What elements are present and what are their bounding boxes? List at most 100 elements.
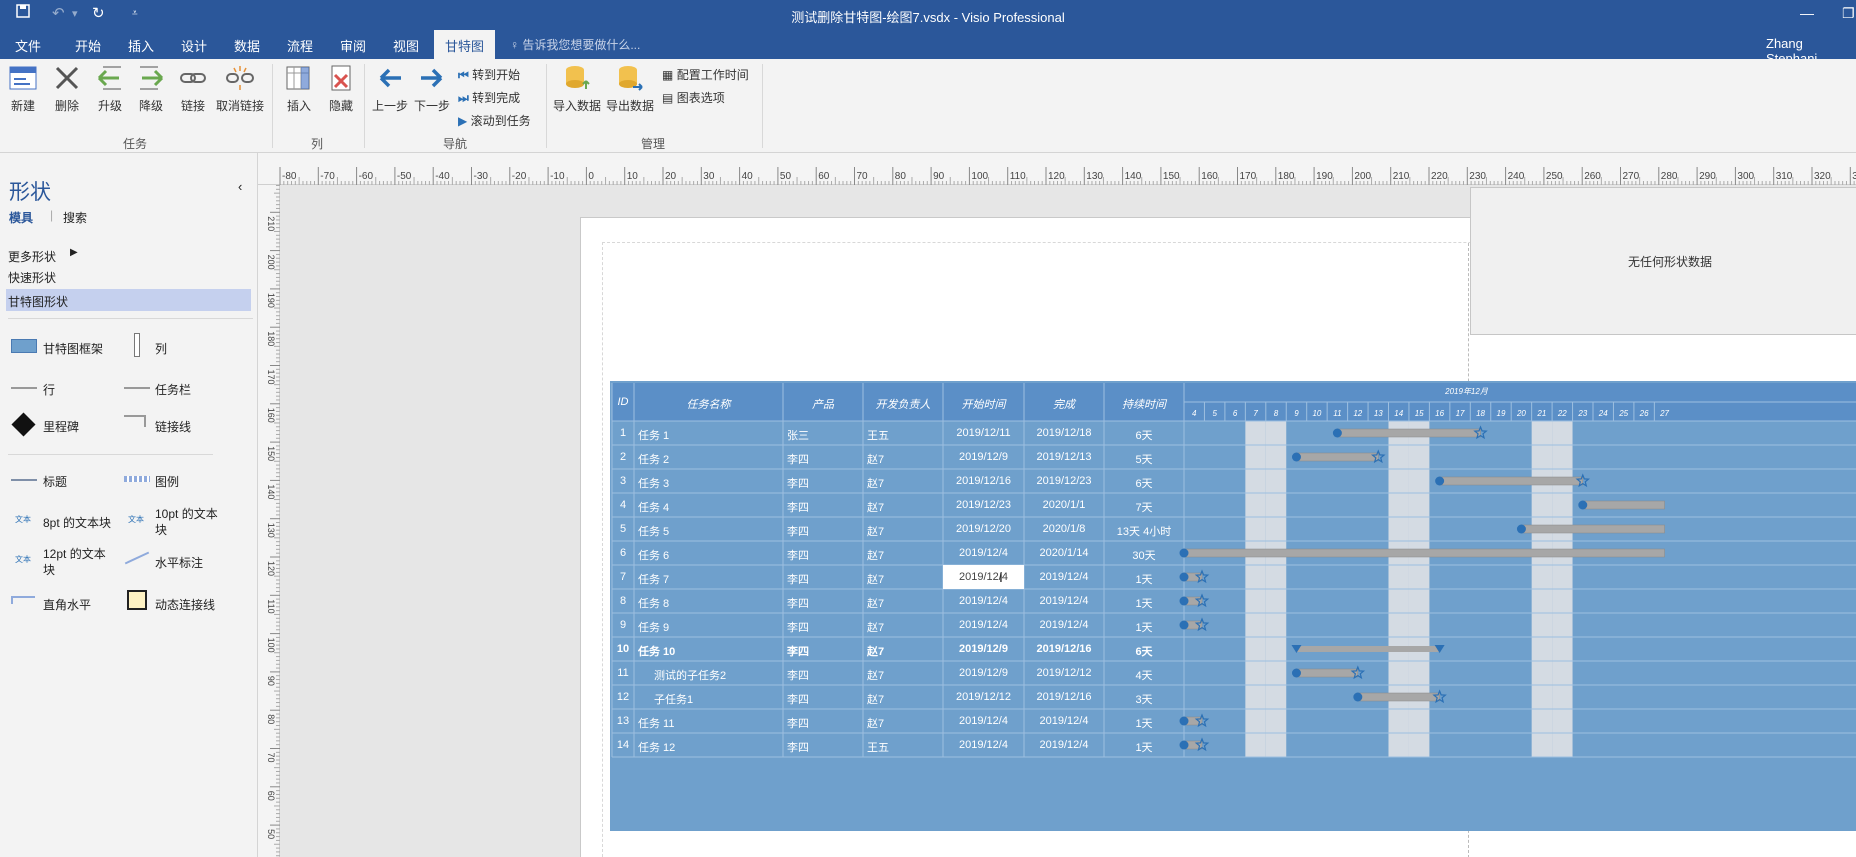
cell-finish[interactable]: 2019/12/4 (1024, 739, 1104, 751)
cell-product[interactable]: 李四 (787, 571, 863, 587)
cell-finish[interactable]: 2019/12/4 (1024, 715, 1104, 727)
cell-developer[interactable]: 赵7 (867, 595, 943, 611)
cell-start-time[interactable]: 2019/12/9 (943, 451, 1024, 463)
minimize-icon[interactable]: — (1800, 5, 1814, 21)
cell-id[interactable]: 13 (612, 715, 634, 727)
cell-duration[interactable]: 6天 (1104, 643, 1184, 659)
shape-horizontal-callout[interactable]: 水平标注 (155, 554, 203, 571)
header-id[interactable]: ID (612, 396, 634, 408)
cell-duration[interactable]: 13天 4小时 (1104, 523, 1184, 539)
shape-text-12pt[interactable]: 12pt 的文本块 (43, 546, 115, 578)
cell-task-name[interactable]: 任务 10 (638, 643, 783, 659)
cell-duration[interactable]: 1天 (1104, 715, 1184, 731)
cell-task-name[interactable]: 任务 4 (638, 499, 783, 515)
cell-start-time[interactable]: 2019/12/9 (943, 643, 1024, 655)
tab-design[interactable]: 设计 (181, 36, 207, 55)
cell-id[interactable]: 7 (612, 571, 634, 583)
cell-task-name[interactable]: 子任务1 (654, 691, 783, 707)
tab-home[interactable]: 开始 (75, 36, 101, 55)
cell-developer[interactable]: 赵7 (867, 715, 943, 731)
demote-button[interactable]: 降级 (136, 63, 166, 114)
cell-start-time[interactable]: 2019/12/4 (943, 595, 1024, 607)
quick-shapes[interactable]: 快速形状 (8, 269, 56, 286)
cell-product[interactable]: 李四 (787, 643, 863, 659)
cell-task-name[interactable]: 任务 8 (638, 595, 783, 611)
tab-file[interactable]: 文件 (15, 36, 41, 55)
tab-view[interactable]: 视图 (393, 36, 419, 55)
cell-duration[interactable]: 7天 (1104, 499, 1184, 515)
cell-id[interactable]: 10 (612, 643, 634, 655)
cell-id[interactable]: 12 (612, 691, 634, 703)
cell-start-time[interactable]: 2019/12/11 (943, 427, 1024, 439)
drawing-canvas[interactable]: 无任何形状数据 4 5 6 7 8 9 10 11 12 13 14 15 16 17 18 19 20 21 22… (280, 185, 1856, 857)
delete-task-button[interactable]: 删除 (52, 63, 82, 114)
cell-duration[interactable]: 1天 (1104, 739, 1184, 755)
cell-product[interactable]: 张三 (787, 427, 863, 443)
cell-task-name[interactable]: 任务 7 (638, 571, 783, 587)
export-data-button[interactable]: 导出数据 (606, 63, 654, 114)
cell-duration[interactable]: 1天 (1104, 595, 1184, 611)
cell-finish[interactable]: 2020/1/1 (1024, 499, 1104, 511)
header-duration[interactable]: 持续时间 (1104, 396, 1184, 412)
stencil-gantt-selected[interactable]: 甘特图形状 (6, 289, 251, 311)
cell-finish[interactable]: 2020/1/8 (1024, 523, 1104, 535)
cell-product[interactable]: 李四 (787, 547, 863, 563)
cell-developer[interactable]: 赵7 (867, 475, 943, 491)
cell-duration[interactable]: 5天 (1104, 451, 1184, 467)
cell-start-time[interactable]: 2019/12/12 (943, 691, 1024, 703)
shape-text-10pt[interactable]: 10pt 的文本块 (155, 506, 225, 538)
cell-developer[interactable]: 赵7 (867, 571, 943, 587)
cell-finish[interactable]: 2019/12/16 (1024, 691, 1104, 703)
cell-id[interactable]: 11 (612, 667, 634, 679)
cell-start-time[interactable]: 2019/12/9 (943, 667, 1024, 679)
cell-product[interactable]: 李四 (787, 739, 863, 755)
shape-task-bar[interactable]: 任务栏 (155, 381, 191, 398)
cell-finish[interactable]: 2019/12/12 (1024, 667, 1104, 679)
cell-developer[interactable]: 赵7 (867, 547, 943, 563)
cell-product[interactable]: 李四 (787, 499, 863, 515)
tab-process[interactable]: 流程 (287, 36, 313, 55)
cell-id[interactable]: 9 (612, 619, 634, 631)
cell-start-time[interactable]: 2019/12/4 (943, 547, 1024, 559)
insert-column-button[interactable]: 插入 (284, 63, 314, 114)
cell-product[interactable]: 李四 (787, 523, 863, 539)
unlink-button[interactable]: 取消链接 (216, 63, 264, 114)
link-button[interactable]: 链接 (178, 63, 208, 114)
cell-id[interactable]: 14 (612, 739, 634, 751)
hide-column-button[interactable]: 隐藏 (326, 63, 356, 114)
shape-column[interactable]: 列 (155, 340, 167, 357)
shape-milestone[interactable]: 里程碑 (43, 418, 79, 435)
cell-product[interactable]: 李四 (787, 667, 863, 683)
cell-duration[interactable]: 30天 (1104, 547, 1184, 563)
shape-legend[interactable]: 图例 (155, 473, 179, 490)
tab-insert[interactable]: 插入 (128, 36, 154, 55)
cell-product[interactable]: 李四 (787, 451, 863, 467)
cell-start-time[interactable]: 2019/12/20 (943, 523, 1024, 535)
shape-title[interactable]: 标题 (43, 473, 67, 490)
header-finish[interactable]: 完成 (1024, 396, 1104, 412)
cell-start-time-editing[interactable]: 2019/12/4 (943, 565, 1024, 589)
cell-product[interactable]: 李四 (787, 619, 863, 635)
cell-product[interactable]: 李四 (787, 475, 863, 491)
import-data-button[interactable]: 导入数据 (553, 63, 601, 114)
restore-icon[interactable]: ❐ (1842, 5, 1855, 22)
more-shapes[interactable]: 更多形状 (8, 248, 56, 265)
cell-finish[interactable]: 2020/1/14 (1024, 547, 1104, 559)
cell-start-time[interactable]: 2019/12/4 (943, 739, 1024, 751)
cell-developer[interactable]: 王五 (867, 739, 943, 755)
cell-task-name[interactable]: 任务 9 (638, 619, 783, 635)
cell-id[interactable]: 1 (612, 427, 634, 439)
cell-developer[interactable]: 王五 (867, 427, 943, 443)
shape-link-line[interactable]: 链接线 (155, 418, 191, 435)
header-developer[interactable]: 开发负责人 (863, 396, 943, 412)
promote-button[interactable]: 升级 (95, 63, 125, 114)
cell-task-name[interactable]: 测试的子任务2 (654, 667, 783, 683)
cell-start-time[interactable]: 2019/12/16 (943, 475, 1024, 487)
cell-task-name[interactable]: 任务 5 (638, 523, 783, 539)
cell-product[interactable]: 李四 (787, 595, 863, 611)
cell-duration[interactable]: 1天 (1104, 619, 1184, 635)
header-task-name[interactable]: 任务名称 (634, 396, 783, 412)
cell-duration[interactable]: 6天 (1104, 427, 1184, 443)
cell-duration[interactable]: 1天 (1104, 571, 1184, 587)
cell-finish[interactable]: 2019/12/18 (1024, 427, 1104, 439)
